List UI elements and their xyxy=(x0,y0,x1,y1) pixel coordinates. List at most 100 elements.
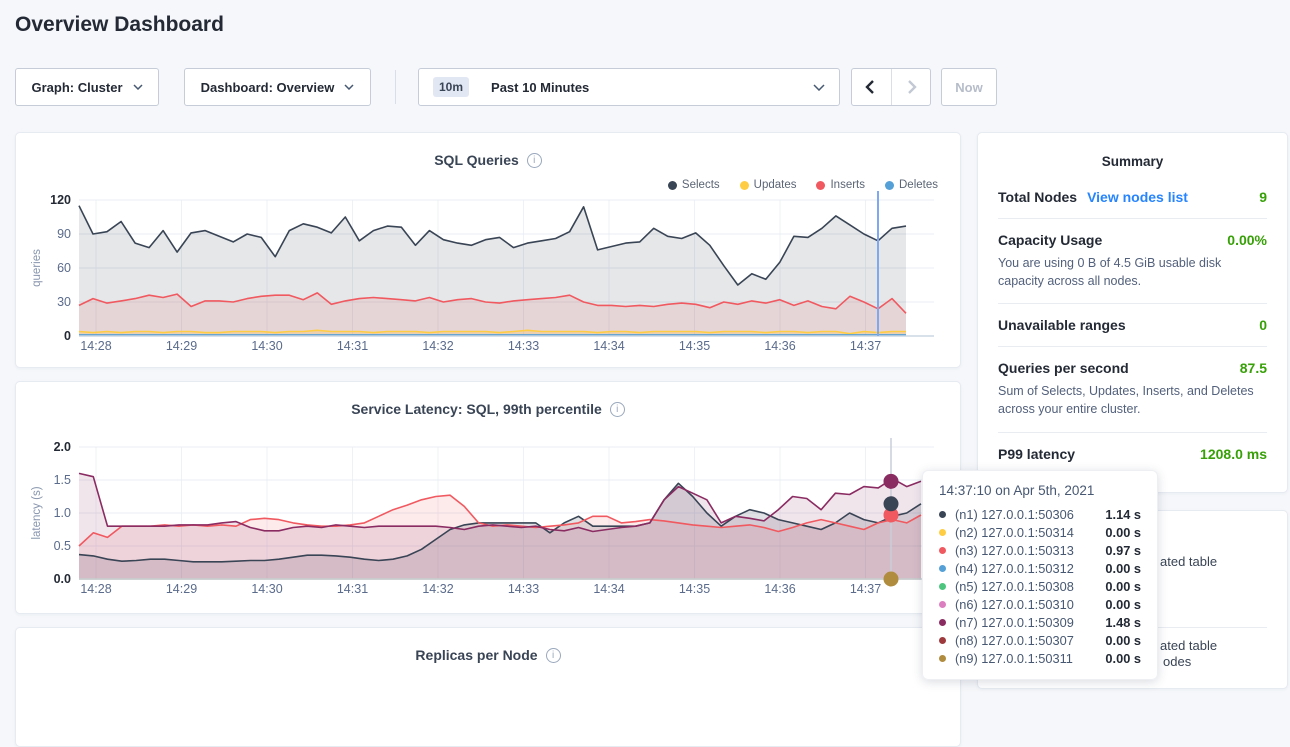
node-color-dot xyxy=(939,619,946,626)
svg-text:14:28: 14:28 xyxy=(80,339,111,353)
summary-description: Sum of Selects, Updates, Inserts, and De… xyxy=(998,382,1267,418)
info-icon[interactable] xyxy=(527,153,542,168)
summary-value: 0 xyxy=(1259,317,1267,333)
summary-description: You are using 0 B of 4.5 GiB usable disk… xyxy=(998,254,1267,290)
node-color-dot xyxy=(939,583,946,590)
time-step-buttons xyxy=(851,68,931,106)
prev-time-button[interactable] xyxy=(852,69,891,105)
summary-row-queries-per-second: Queries per second 87.5 Sum of Selects, … xyxy=(998,347,1267,432)
summary-label: Total Nodes xyxy=(998,189,1077,205)
svg-text:14:33: 14:33 xyxy=(508,339,539,353)
chart-title: Service Latency: SQL, 99th percentile xyxy=(351,401,602,417)
svg-text:14:31: 14:31 xyxy=(337,582,368,596)
tooltip-row: (n9) 127.0.0.1:503110.00 s xyxy=(939,649,1141,667)
node-color-dot xyxy=(939,637,946,644)
svg-text:90: 90 xyxy=(57,227,71,241)
legend-dot xyxy=(668,181,677,190)
svg-text:0.5: 0.5 xyxy=(54,539,71,553)
service-latency-card: Service Latency: SQL, 99th percentile 14… xyxy=(15,381,961,614)
legend-item[interactable]: Selects xyxy=(668,179,720,191)
tooltip-row: (n7) 127.0.0.1:503091.48 s xyxy=(939,613,1141,631)
service-latency-plot[interactable]: 14:28 14:29 14:30 14:31 14:32 14:33 14:34 14:35… xyxy=(16,438,946,602)
now-button[interactable]: Now xyxy=(941,68,997,106)
tooltip-row: (n6) 127.0.0.1:503100.00 s xyxy=(939,595,1141,613)
chevron-right-icon xyxy=(902,78,920,96)
summary-title: Summary xyxy=(998,154,1267,169)
tooltip-timestamp: 14:37:10 on Apr 5th, 2021 xyxy=(939,483,1141,498)
chevron-left-icon xyxy=(862,78,880,96)
summary-label: Capacity Usage xyxy=(998,232,1102,248)
summary-label: Queries per second xyxy=(998,360,1129,376)
chart-hover-tooltip: 14:37:10 on Apr 5th, 2021 (n1) 127.0.0.1… xyxy=(922,470,1158,680)
svg-text:14:32: 14:32 xyxy=(422,582,453,596)
summary-label: Unavailable ranges xyxy=(998,317,1126,333)
svg-text:14:35: 14:35 xyxy=(679,339,710,353)
svg-text:14:36: 14:36 xyxy=(764,582,795,596)
svg-text:120: 120 xyxy=(50,193,71,207)
summary-row-capacity-usage: Capacity Usage 0.00% You are using 0 B o… xyxy=(998,219,1267,304)
info-icon[interactable] xyxy=(610,402,625,417)
tooltip-row: (n5) 127.0.0.1:503080.00 s xyxy=(939,577,1141,595)
event-text-fragment: ated table xyxy=(1160,638,1217,653)
info-icon[interactable] xyxy=(546,648,561,663)
tooltip-row: (n4) 127.0.0.1:503120.00 s xyxy=(939,559,1141,577)
legend-item[interactable]: Inserts xyxy=(816,179,865,191)
summary-value: 9 xyxy=(1259,189,1267,205)
legend-dot xyxy=(816,181,825,190)
svg-text:14:37: 14:37 xyxy=(850,339,881,353)
svg-text:14:29: 14:29 xyxy=(166,582,197,596)
view-nodes-list-link[interactable]: View nodes list xyxy=(1087,189,1188,205)
node-color-dot xyxy=(939,601,946,608)
svg-text:14:32: 14:32 xyxy=(422,339,453,353)
legend-dot xyxy=(885,181,894,190)
svg-text:1.0: 1.0 xyxy=(54,506,71,520)
chevron-down-icon xyxy=(133,84,143,90)
chart-title: Replicas per Node xyxy=(415,647,537,663)
node-color-dot xyxy=(939,547,946,554)
svg-text:14:37: 14:37 xyxy=(850,582,881,596)
tooltip-rows: (n1) 127.0.0.1:503061.14 s(n2) 127.0.0.1… xyxy=(939,505,1141,667)
summary-row-p99-latency: P99 latency 1208.0 ms xyxy=(998,433,1267,475)
svg-text:14:35: 14:35 xyxy=(679,582,710,596)
sql-queries-plot[interactable]: 14:2814:2914:3014:3114:3214:3314:3414:35… xyxy=(16,191,946,361)
svg-text:latency (s): latency (s) xyxy=(31,486,43,539)
page-title: Overview Dashboard xyxy=(15,13,224,37)
svg-text:14:34: 14:34 xyxy=(593,339,624,353)
svg-text:14:30: 14:30 xyxy=(251,582,282,596)
svg-text:14:29: 14:29 xyxy=(166,339,197,353)
summary-value: 87.5 xyxy=(1240,360,1267,376)
node-color-dot xyxy=(939,529,946,536)
svg-text:14:36: 14:36 xyxy=(764,339,795,353)
dashboard-dropdown[interactable]: Dashboard: Overview xyxy=(184,68,371,106)
tooltip-row: (n8) 127.0.0.1:503070.00 s xyxy=(939,631,1141,649)
event-text-fragment: ated table xyxy=(1160,554,1217,569)
node-color-dot xyxy=(939,655,946,662)
sql-queries-card: SQL Queries SelectsUpdatesInsertsDeletes… xyxy=(15,132,961,368)
svg-text:1.5: 1.5 xyxy=(54,473,71,487)
node-color-dot xyxy=(939,565,946,572)
graph-dropdown-label: Graph: Cluster xyxy=(31,80,122,95)
graph-dropdown[interactable]: Graph: Cluster xyxy=(15,68,159,106)
time-range-dropdown[interactable]: 10m Past 10 Minutes xyxy=(418,68,840,106)
time-range-badge: 10m xyxy=(433,77,469,97)
svg-text:14:34: 14:34 xyxy=(593,582,624,596)
dashboard-dropdown-label: Dashboard: Overview xyxy=(201,80,335,95)
tooltip-row: (n3) 127.0.0.1:503130.97 s xyxy=(939,541,1141,559)
svg-text:0: 0 xyxy=(64,329,71,343)
legend-item[interactable]: Updates xyxy=(740,179,797,191)
next-time-button[interactable] xyxy=(891,69,931,105)
svg-text:60: 60 xyxy=(57,261,71,275)
svg-text:14:28: 14:28 xyxy=(80,582,111,596)
chevron-down-icon xyxy=(813,84,825,91)
chevron-down-icon xyxy=(344,84,354,90)
svg-text:14:30: 14:30 xyxy=(251,339,282,353)
legend-item[interactable]: Deletes xyxy=(885,179,938,191)
summary-row-unavailable-ranges: Unavailable ranges 0 xyxy=(998,304,1267,347)
replicas-per-node-card: Replicas per Node xyxy=(15,627,961,747)
tooltip-row: (n1) 127.0.0.1:503061.14 s xyxy=(939,505,1141,523)
chart-legend: Selects Updates Inserts Deletes xyxy=(668,179,938,191)
event-text-fragment: odes xyxy=(1163,654,1191,669)
node-color-dot xyxy=(939,511,946,518)
svg-text:14:33: 14:33 xyxy=(508,582,539,596)
time-range-label: Past 10 Minutes xyxy=(491,80,589,95)
